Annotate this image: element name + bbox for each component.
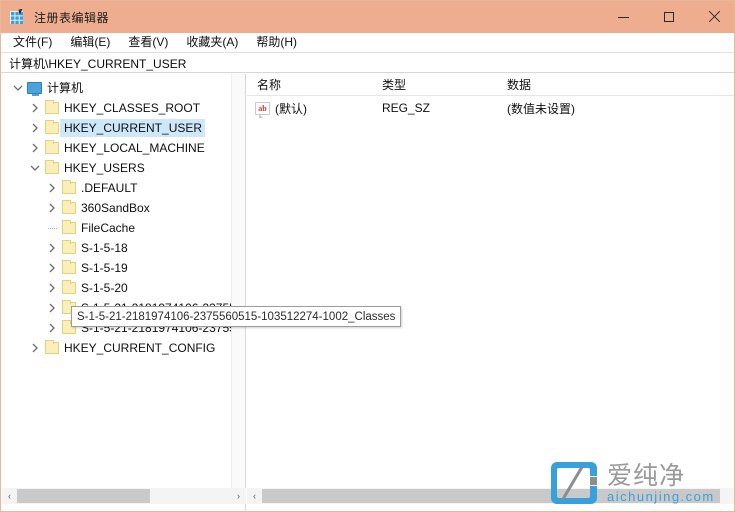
values-horizontal-scrollbar[interactable]: ‹	[247, 488, 734, 504]
tree-node-hkey-current-config[interactable]: HKEY_CURRENT_CONFIG	[2, 338, 238, 358]
chevron-right-icon[interactable]	[44, 298, 60, 318]
menu-item-help[interactable]: 帮助(H)	[247, 33, 306, 52]
tree-horizontal-scrollbar[interactable]: ‹ ›	[2, 488, 246, 504]
tree-node-label: .DEFAULT	[81, 181, 138, 195]
tree-node-label: S-1-5-18	[81, 241, 128, 255]
tree-node-tooltip: S-1-5-21-2181974106-2375560515-103512274…	[71, 306, 402, 327]
folder-icon	[43, 338, 60, 358]
folder-icon	[43, 138, 60, 158]
folder-icon	[60, 278, 77, 298]
scroll-right-arrow-icon[interactable]: ›	[231, 488, 246, 504]
values-scroll-thumb[interactable]	[262, 489, 720, 503]
tree-node-[interactable]: 计算机	[2, 78, 238, 98]
values-scroll-left-arrow-icon[interactable]: ‹	[247, 488, 262, 504]
tree-node-s-1-5-20[interactable]: S-1-5-20	[2, 278, 238, 298]
chevron-right-icon[interactable]	[44, 318, 60, 338]
column-header-name[interactable]: 名称	[247, 76, 372, 93]
tree-scroll-thumb[interactable]	[17, 489, 150, 503]
tree-scroll-track[interactable]	[17, 488, 231, 504]
close-button[interactable]	[691, 1, 734, 33]
value-name-cell: ab (默认)	[247, 100, 372, 118]
tree-node-label: HKEY_CLASSES_ROOT	[64, 101, 201, 115]
window-controls	[601, 1, 734, 33]
value-type: REG_SZ	[382, 101, 431, 115]
tree-node-label: FileCache	[81, 221, 136, 235]
column-header-data[interactable]: 数据	[497, 76, 727, 93]
chevron-right-icon[interactable]	[27, 138, 43, 158]
string-value-icon: ab	[255, 101, 270, 118]
tree-node-label: S-1-5-20	[81, 281, 128, 295]
scroll-left-arrow-icon[interactable]: ‹	[2, 488, 17, 504]
folder-icon	[60, 218, 77, 238]
title-bar[interactable]: 注册表编辑器	[1, 1, 734, 33]
computer-icon	[26, 78, 43, 98]
chevron-right-icon[interactable]	[27, 118, 43, 138]
chevron-right-icon[interactable]	[44, 198, 60, 218]
tree-node-s-1-5-18[interactable]: S-1-5-18	[2, 238, 238, 258]
minimize-button[interactable]	[601, 1, 646, 33]
registry-path: 计算机\HKEY_CURRENT_USER	[9, 56, 187, 71]
folder-icon	[60, 178, 77, 198]
folder-icon	[60, 238, 77, 258]
chevron-down-icon[interactable]	[27, 158, 43, 178]
menu-bar: 文件(F) 编辑(E) 查看(V) 收藏夹(A) 帮助(H)	[1, 33, 734, 53]
address-bar[interactable]: 计算机\HKEY_CURRENT_USER	[1, 54, 734, 73]
folder-icon	[43, 118, 60, 138]
window-title: 注册表编辑器	[34, 10, 110, 25]
value-data: (数值未设置)	[507, 101, 575, 116]
chevron-right-icon[interactable]	[44, 278, 60, 298]
tree-node-s-1-5-19[interactable]: S-1-5-19	[2, 258, 238, 278]
panes-container: 计算机 HKEY_CLASSES_ROOT HKEY_CURRENT_USER HKE…	[1, 74, 734, 511]
folder-icon	[43, 98, 60, 118]
registry-tree-pane[interactable]: 计算机 HKEY_CLASSES_ROOT HKEY_CURRENT_USER HKE…	[2, 74, 246, 511]
tree-node-hkey-current-user[interactable]: HKEY_CURRENT_USER	[2, 118, 238, 138]
values-scroll-track[interactable]	[262, 488, 734, 504]
chevron-down-icon[interactable]	[10, 78, 26, 98]
menu-item-favorites[interactable]: 收藏夹(A)	[177, 33, 247, 52]
folder-icon	[60, 258, 77, 278]
column-header-type[interactable]: 类型	[372, 76, 497, 93]
values-pane[interactable]: 名称 类型 数据 ab (默认) REG_SZ (数值未设置)	[247, 74, 734, 511]
folder-icon	[43, 158, 60, 178]
tree-node-label: HKEY_CURRENT_CONFIG	[64, 341, 216, 355]
maximize-button[interactable]	[646, 1, 691, 33]
tree-node-label: HKEY_USERS	[64, 161, 145, 175]
chevron-right-icon[interactable]	[27, 98, 43, 118]
tree-node-default[interactable]: .DEFAULT	[2, 178, 238, 198]
table-row[interactable]: ab (默认) REG_SZ (数值未设置)	[247, 98, 734, 118]
value-name: (默认)	[275, 101, 307, 116]
tree-node-label: 计算机	[47, 81, 84, 95]
menu-item-edit[interactable]: 编辑(E)	[61, 33, 119, 52]
tree-node-hkey-users[interactable]: HKEY_USERS	[2, 158, 238, 178]
tree-vertical-scrollbar[interactable]	[231, 74, 245, 488]
tree-node-hkey-local-machine[interactable]: HKEY_LOCAL_MACHINE	[2, 138, 238, 158]
registry-editor-window: 注册表编辑器 文件(F) 编辑(E) 查看(V) 收藏夹(A) 帮助(H) 计算…	[0, 0, 735, 512]
tree-node-360sandbox[interactable]: 360SandBox	[2, 198, 238, 218]
chevron-right-icon[interactable]	[27, 338, 43, 358]
tree-node-label: 360SandBox	[81, 201, 150, 215]
tree-node-label: HKEY_CURRENT_USER	[60, 119, 206, 137]
tree-node-filecache[interactable]: FileCache	[2, 218, 238, 238]
value-list: ab (默认) REG_SZ (数值未设置)	[247, 98, 734, 118]
menu-item-file[interactable]: 文件(F)	[4, 33, 61, 52]
chevron-right-icon[interactable]	[44, 258, 60, 278]
chevron-right-icon[interactable]	[44, 238, 60, 258]
menu-item-view[interactable]: 查看(V)	[119, 33, 177, 52]
tree-node-label: S-1-5-19	[81, 261, 128, 275]
registry-editor-icon	[10, 8, 26, 25]
tree-node-label: HKEY_LOCAL_MACHINE	[64, 141, 205, 155]
tree-node-hkey-classes-root[interactable]: HKEY_CLASSES_ROOT	[2, 98, 238, 118]
folder-icon	[60, 198, 77, 218]
column-headers: 名称 类型 数据	[247, 74, 734, 96]
tree-leaf-spacer	[44, 218, 60, 238]
chevron-right-icon[interactable]	[44, 178, 60, 198]
